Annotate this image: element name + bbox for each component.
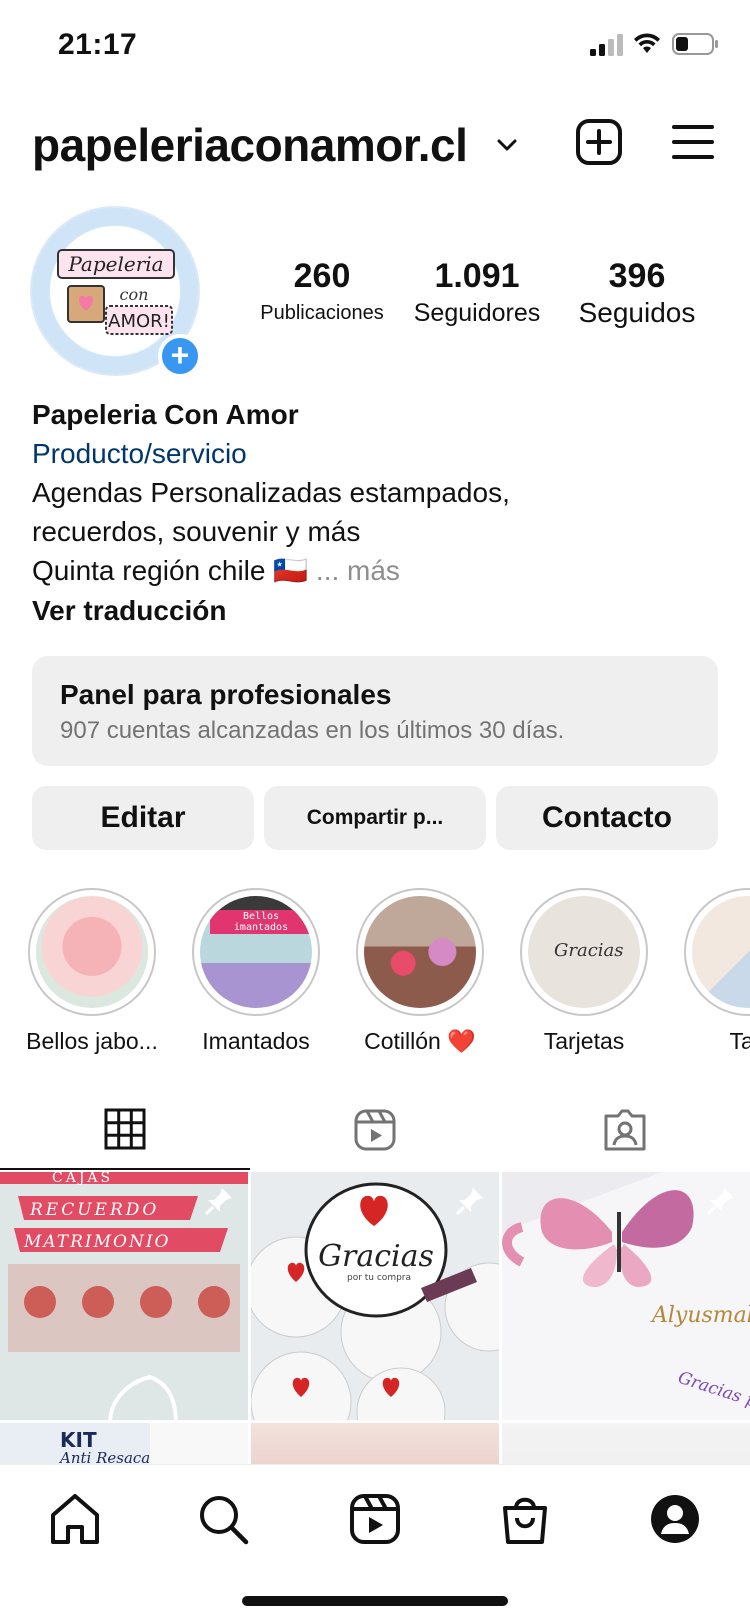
chevron-down-icon[interactable] — [495, 133, 519, 157]
profile-actions: Editar Compartir p... Contacto — [32, 786, 718, 850]
highlight-thumbnail: Bellos imantados — [200, 896, 312, 1008]
post-image: KIT Anti Resaca — [58, 1423, 248, 1464]
thumb-caption: Bellos imantados — [210, 910, 312, 934]
highlight-label: Cotillón ❤️ — [364, 1028, 476, 1054]
logo-text-1: Papeleria — [67, 252, 163, 276]
highlight-label: Tag — [729, 1028, 750, 1054]
logo-text-2: con — [120, 285, 149, 304]
share-profile-button[interactable]: Compartir p... — [264, 786, 486, 850]
highlight-thumbnail — [364, 896, 476, 1008]
highlight-thumbnail — [36, 896, 148, 1008]
bio-line: recuerdos, souvenir y más — [32, 516, 361, 547]
bio-line-last: Quinta región chile 🇨🇱 ... más — [32, 551, 722, 590]
panel-subtitle: 907 cuentas alcanzadas en los últimos 30… — [60, 717, 565, 744]
bio-line: Agendas Personalizadas estampados, — [32, 477, 510, 508]
post-text: RECUERDO — [29, 1200, 159, 1220]
menu-icon[interactable] — [672, 122, 714, 162]
pin-icon — [455, 1188, 483, 1216]
reels-nav-icon[interactable] — [347, 1491, 403, 1547]
panel-title: Panel para profesionales — [60, 679, 392, 710]
search-icon[interactable] — [195, 1491, 251, 1547]
highlight-label: Tarjetas — [543, 1028, 625, 1054]
story-highlights: Bellos jabo... Bellos imantados Imantado… — [0, 888, 750, 1058]
tagged-icon — [604, 1109, 646, 1151]
pin-icon — [204, 1188, 232, 1216]
post-thumbnail[interactable] — [251, 1423, 499, 1464]
post-thumbnail[interactable]: CAJAS RECUERDO MATRIMONIO — [0, 1172, 248, 1420]
post-text: MATRIMONIO — [23, 1232, 170, 1252]
profile-header: papeleriaconamor.cl — [0, 100, 750, 190]
highlight-label: Imantados — [202, 1028, 310, 1054]
flag-emoji: 🇨🇱 — [273, 555, 309, 586]
bio-line: Quinta región chile — [32, 555, 266, 586]
post-text: Anti Resaca — [58, 1449, 150, 1464]
post-thumbnail[interactable]: Alyusmal Gracias por tu compra — [502, 1172, 750, 1420]
highlight-item[interactable]: Tag — [673, 888, 750, 1055]
stat-posts-value: 260 — [293, 257, 351, 295]
stat-following[interactable]: 396 Seguidos — [562, 256, 712, 330]
status-time: 21:17 — [58, 28, 138, 61]
bio-more-link[interactable]: ... más — [316, 555, 400, 586]
cellular-signal-icon — [590, 34, 623, 56]
posts-grid: CAJAS RECUERDO MATRIMONIO Gracias por tu… — [0, 1172, 750, 1464]
contact-button[interactable]: Contacto — [496, 786, 718, 850]
home-indicator — [242, 1596, 508, 1606]
stat-followers-label: Seguidores — [413, 299, 541, 327]
see-translation-link[interactable]: Ver traducción — [32, 591, 722, 630]
grid-icon — [104, 1108, 146, 1150]
highlight-item[interactable]: Gracias Tarjetas — [509, 888, 659, 1055]
thumb-caption: Gracias — [554, 940, 624, 961]
post-thumbnail[interactable] — [502, 1423, 750, 1464]
highlight-item[interactable]: Cotillón ❤️ — [345, 888, 495, 1055]
reels-icon — [354, 1109, 396, 1151]
account-switcher[interactable]: papeleriaconamor.cl — [32, 118, 468, 172]
post-thumbnail[interactable]: KIT Anti Resaca — [0, 1423, 248, 1464]
stat-following-label: Seguidos — [578, 297, 696, 328]
tab-posts-grid[interactable] — [0, 1090, 250, 1170]
pin-icon — [706, 1188, 734, 1216]
post-text: CAJAS — [52, 1172, 113, 1186]
post-text: Alyusmal — [650, 1303, 750, 1328]
highlight-label: Bellos jabo... — [26, 1028, 158, 1054]
profile-icon[interactable] — [647, 1491, 703, 1547]
battery-icon — [672, 33, 718, 55]
post-thumbnail[interactable]: Gracias por tu compra — [251, 1172, 499, 1420]
profile-bio: Papeleria Con Amor Producto/servicio Age… — [32, 395, 722, 630]
edit-profile-button[interactable]: Editar — [32, 786, 254, 850]
post-text: por tu compra — [347, 1273, 411, 1283]
shop-icon[interactable] — [497, 1491, 553, 1547]
status-bar: 21:17 — [0, 0, 750, 90]
profile-category[interactable]: Producto/servicio — [32, 434, 722, 473]
highlight-thumbnail: Gracias — [528, 896, 640, 1008]
stat-followers[interactable]: 1.091 Seguidores — [404, 256, 550, 330]
stat-posts[interactable]: 260 Publicaciones — [252, 256, 392, 330]
wifi-icon — [634, 33, 660, 53]
post-text: Gracias — [318, 1239, 434, 1274]
stat-followers-value: 1.091 — [434, 257, 520, 295]
highlight-thumbnail — [692, 896, 750, 1008]
logo-text-3: AMOR! — [108, 311, 170, 332]
profile-stats: 260 Publicaciones 1.091 Seguidores 396 S… — [252, 256, 732, 336]
highlight-item[interactable]: Bellos jabo... — [17, 888, 167, 1055]
tab-reels[interactable] — [250, 1090, 500, 1170]
professional-dashboard[interactable]: Panel para profesionales 907 cuentas alc… — [32, 656, 718, 766]
create-icon[interactable] — [575, 118, 623, 166]
add-story-button[interactable]: + — [158, 334, 202, 378]
profile-avatar[interactable]: Papeleria con AMOR! + — [30, 206, 206, 382]
profile-tabs — [0, 1090, 750, 1170]
profile-name: Papeleria Con Amor — [32, 399, 299, 430]
highlight-item[interactable]: Bellos imantados Imantados — [181, 888, 331, 1055]
stat-posts-label: Publicaciones — [260, 302, 384, 324]
home-icon[interactable] — [47, 1491, 103, 1547]
stat-following-value: 396 — [608, 257, 666, 295]
tab-tagged[interactable] — [500, 1090, 750, 1170]
